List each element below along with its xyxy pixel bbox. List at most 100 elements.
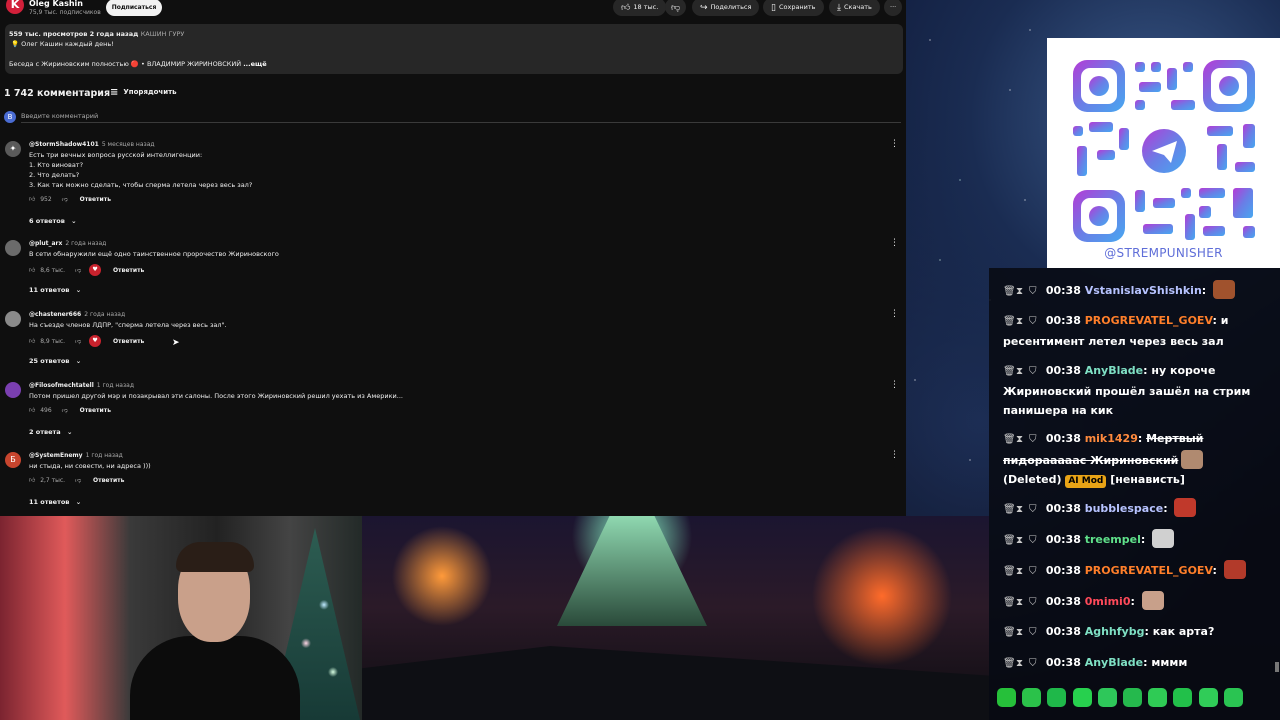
emote-picker-icon[interactable] — [1148, 688, 1168, 707]
moderator-icon[interactable]: ⛉ — [1029, 312, 1042, 332]
like-button[interactable]: 👍︎ 18 тыс. — [613, 0, 667, 16]
delete-icon[interactable]: 🗑 — [1003, 562, 1016, 582]
timeout-icon[interactable]: ⧗ — [1016, 362, 1029, 382]
comment-avatar[interactable] — [5, 382, 21, 398]
delete-icon[interactable]: 🗑 — [1003, 654, 1016, 674]
comment-menu-icon[interactable]: ⋮ — [890, 451, 899, 460]
comment-time[interactable]: 1 год назад — [86, 452, 123, 459]
video-description[interactable]: 559 тыс. просмотров 2 года назад КАШИН Г… — [5, 24, 903, 74]
share-button[interactable]: ↪ Поделиться — [692, 0, 760, 16]
reply-button[interactable]: Ответить — [113, 267, 144, 274]
chat-username[interactable]: PROGREVATEL_GOEV — [1085, 314, 1213, 327]
reply-button[interactable]: Ответить — [80, 196, 111, 203]
moderator-icon[interactable]: ⛉ — [1029, 593, 1042, 613]
reply-button[interactable]: Ответить — [113, 338, 144, 345]
view-replies-button[interactable]: 2 ответа ⌄ — [29, 428, 72, 436]
moderator-icon[interactable]: ⛉ — [1029, 282, 1042, 302]
chat-username[interactable]: AnyBlade — [1085, 364, 1143, 377]
moderator-icon[interactable]: ⛉ — [1029, 430, 1042, 450]
chat-username[interactable]: VstanislavShishkin — [1085, 284, 1202, 297]
channel-name[interactable]: Oleg Kashin — [29, 0, 83, 8]
comment-author[interactable]: @chastener666 — [29, 311, 81, 318]
chat-scrollbar[interactable] — [1275, 662, 1279, 672]
timeout-icon[interactable]: ⧗ — [1016, 623, 1029, 643]
emote-picker-icon[interactable] — [1072, 688, 1092, 707]
comment-author[interactable]: @SystemEnemy — [29, 452, 83, 459]
like-icon[interactable]: 👍︎ — [29, 266, 35, 274]
emote-picker-icon[interactable] — [1198, 688, 1218, 707]
comment-avatar[interactable] — [5, 240, 21, 256]
view-replies-button[interactable]: 11 ответов ⌄ — [29, 498, 81, 506]
delete-icon[interactable]: 🗑 — [1003, 282, 1016, 302]
comment-menu-icon[interactable]: ⋮ — [890, 140, 899, 149]
moderator-icon[interactable]: ⛉ — [1029, 623, 1042, 643]
emote-picker-icon[interactable] — [997, 688, 1016, 707]
show-more-link[interactable]: ...ещё — [243, 60, 266, 68]
dislike-icon[interactable]: 👎︎ — [62, 195, 68, 203]
timeout-icon[interactable]: ⧗ — [1016, 282, 1029, 302]
emote-picker-icon[interactable] — [1122, 688, 1142, 707]
comment-avatar[interactable]: ✦ — [5, 141, 21, 157]
dislike-icon[interactable]: 👎︎ — [62, 406, 68, 414]
more-actions-button[interactable]: ··· — [884, 0, 903, 16]
moderator-icon[interactable]: ⛉ — [1029, 562, 1042, 582]
delete-icon[interactable]: 🗑 — [1003, 430, 1016, 450]
view-replies-button[interactable]: 6 ответов ⌄ — [29, 217, 77, 225]
moderator-icon[interactable]: ⛉ — [1029, 531, 1042, 551]
download-button[interactable]: ⤓ Скачать — [829, 0, 880, 16]
comment-menu-icon[interactable]: ⋮ — [890, 239, 899, 248]
comment-time[interactable]: 5 месяцев назад — [102, 141, 155, 148]
reply-button[interactable]: Ответить — [93, 477, 124, 484]
dislike-icon[interactable]: 👎︎ — [75, 337, 81, 345]
moderator-icon[interactable]: ⛉ — [1029, 500, 1042, 520]
delete-icon[interactable]: 🗑 — [1003, 312, 1016, 332]
timeout-icon[interactable]: ⧗ — [1016, 531, 1029, 551]
like-icon[interactable]: 👍︎ — [29, 406, 35, 414]
emote-picker-icon[interactable] — [1022, 688, 1042, 707]
timeout-icon[interactable]: ⧗ — [1016, 312, 1029, 332]
comment-author[interactable]: @Filosofmechtatell — [29, 382, 94, 389]
delete-icon[interactable]: 🗑 — [1003, 500, 1016, 520]
delete-icon[interactable]: 🗑 — [1003, 623, 1016, 643]
moderator-icon[interactable]: ⛉ — [1029, 654, 1042, 674]
dislike-icon[interactable]: 👎︎ — [75, 266, 81, 274]
comment-avatar[interactable]: Б — [5, 452, 21, 468]
comment-time[interactable]: 2 года назад — [65, 240, 106, 247]
reply-button[interactable]: Ответить — [80, 407, 111, 414]
save-button[interactable]: ▯ Сохранить — [763, 0, 824, 16]
chat-username[interactable]: AnyBlade — [1085, 656, 1143, 669]
comment-author[interactable]: @plut_arx — [29, 240, 62, 247]
delete-icon[interactable]: 🗑 — [1003, 531, 1016, 551]
emote-picker-icon[interactable] — [1097, 688, 1117, 707]
chat-username[interactable]: PROGREVATEL_GOEV — [1085, 564, 1213, 577]
dislike-icon[interactable]: 👎︎ — [75, 476, 81, 484]
emote-picker-icon[interactable] — [1173, 688, 1193, 707]
like-icon[interactable]: 👍︎ — [29, 337, 35, 345]
comment-avatar[interactable] — [5, 311, 21, 327]
sort-comments-button[interactable]: ≡ Упорядочить — [110, 87, 177, 98]
timeout-icon[interactable]: ⧗ — [1016, 430, 1029, 450]
timeout-icon[interactable]: ⧗ — [1016, 562, 1029, 582]
view-replies-button[interactable]: 25 ответов ⌄ — [29, 357, 81, 365]
timeout-icon[interactable]: ⧗ — [1016, 654, 1029, 674]
channel-logo[interactable]: K — [6, 0, 24, 14]
add-comment-input[interactable]: Введите комментарий — [21, 112, 901, 123]
dislike-button[interactable]: 👎︎ — [665, 0, 687, 16]
like-icon[interactable]: 👍︎ — [29, 195, 35, 203]
comment-menu-icon[interactable]: ⋮ — [890, 310, 899, 319]
subscribe-button[interactable]: Подписаться — [106, 0, 162, 16]
description-tag[interactable]: КАШИН ГУРУ — [141, 30, 185, 38]
comment-menu-icon[interactable]: ⋮ — [890, 381, 899, 390]
delete-icon[interactable]: 🗑 — [1003, 362, 1016, 382]
timeout-icon[interactable]: ⧗ — [1016, 500, 1029, 520]
emote-picker-icon[interactable] — [1223, 688, 1243, 707]
delete-icon[interactable]: 🗑 — [1003, 593, 1016, 613]
like-icon[interactable]: 👍︎ — [29, 476, 35, 484]
view-replies-button[interactable]: 11 ответов ⌄ — [29, 286, 81, 294]
chat-username[interactable]: bubblespace — [1085, 502, 1164, 515]
chat-username[interactable]: Aghhfybg — [1085, 625, 1145, 638]
chat-username[interactable]: mik1429 — [1085, 432, 1138, 445]
timeout-icon[interactable]: ⧗ — [1016, 593, 1029, 613]
comment-time[interactable]: 1 год назад — [97, 382, 134, 389]
emote-picker-icon[interactable] — [1047, 688, 1067, 707]
